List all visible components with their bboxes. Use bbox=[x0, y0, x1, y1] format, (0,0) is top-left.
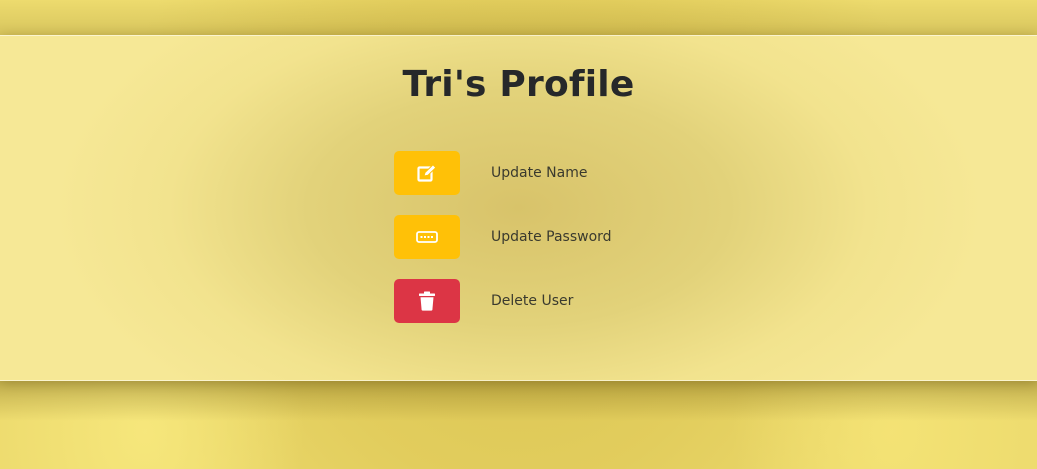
background-bottom bbox=[0, 381, 1037, 421]
action-row-delete-user: Delete User bbox=[394, 279, 573, 323]
update-name-label[interactable]: Update Name bbox=[491, 165, 587, 181]
background-top bbox=[0, 0, 1037, 35]
update-password-label[interactable]: Update Password bbox=[491, 229, 612, 245]
password-icon bbox=[416, 231, 438, 243]
profile-panel: Tri's Profile Update Name Update Passwor… bbox=[0, 35, 1037, 381]
action-row-update-name: Update Name bbox=[394, 151, 587, 195]
delete-user-button[interactable] bbox=[394, 279, 460, 323]
update-name-button[interactable] bbox=[394, 151, 460, 195]
trash-icon bbox=[419, 291, 435, 311]
update-password-button[interactable] bbox=[394, 215, 460, 259]
page-title: Tri's Profile bbox=[402, 64, 635, 105]
delete-user-label[interactable]: Delete User bbox=[491, 293, 573, 309]
action-row-update-password: Update Password bbox=[394, 215, 612, 259]
edit-icon bbox=[417, 164, 437, 182]
